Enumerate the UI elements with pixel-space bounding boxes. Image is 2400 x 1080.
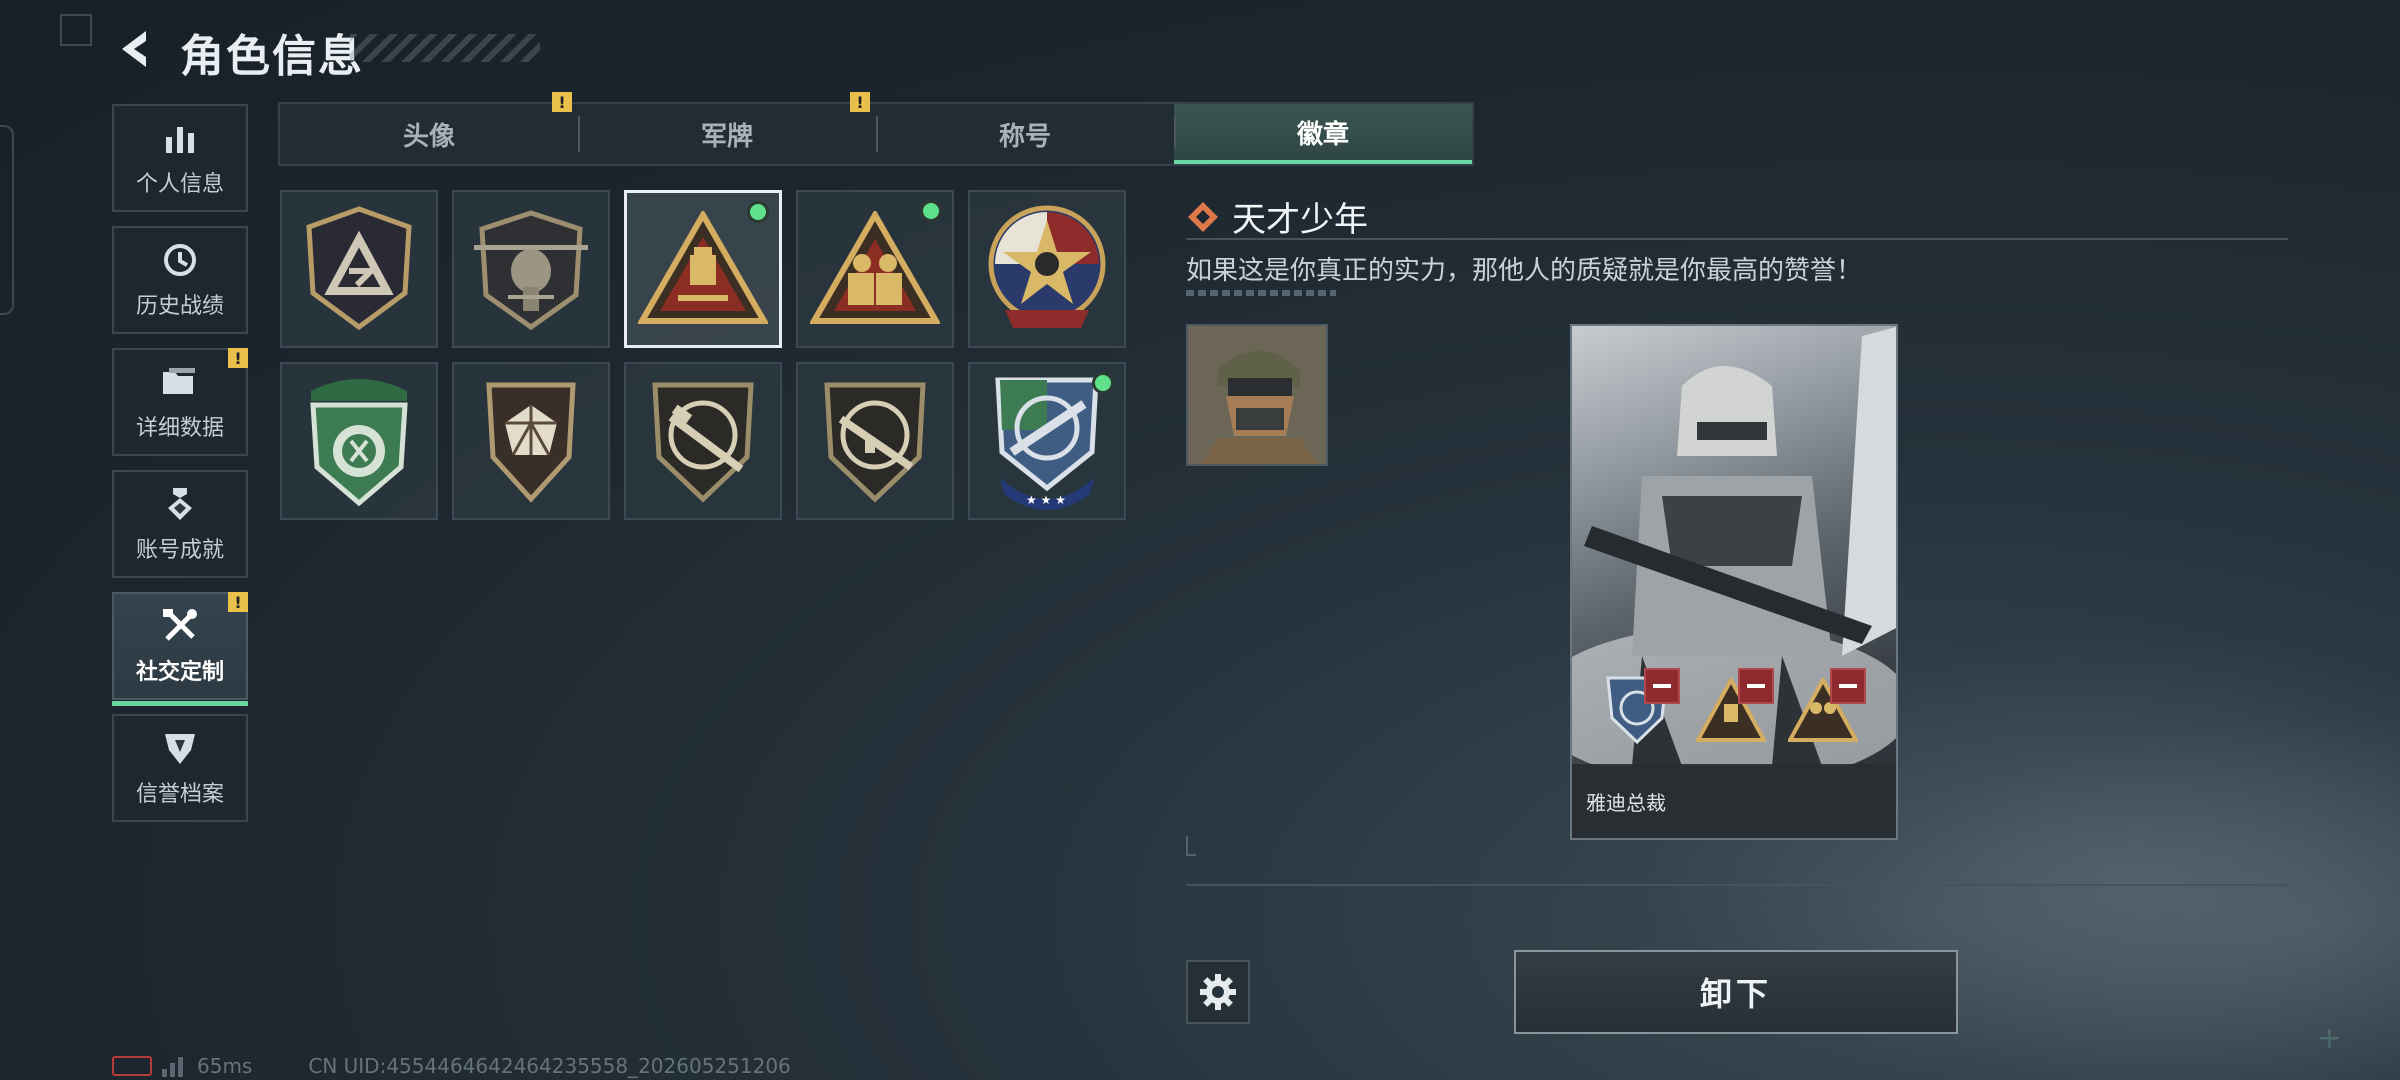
sidebar-item-label: 账号成就 [135,538,224,563]
gem-shield-badge-icon [486,382,576,503]
title-decoration [350,34,540,62]
sidebar-item-label: 信誉档案 [135,782,224,807]
triangle-shield-badge-icon [306,206,412,331]
profile-card-preview: 雅迪总裁 [1570,324,1898,840]
minus-icon [1839,684,1857,688]
tab-title[interactable]: 称号 [876,104,1174,164]
tab-badge[interactable]: 徽章 [1174,104,1472,164]
badge-slot[interactable] [452,362,610,520]
status-bar: 65ms CN UID:4554464642464235558_20260525… [112,1054,791,1078]
divider [1186,884,2288,886]
sidebar: 个人信息 历史战绩 详细数据 ! 账号成就 社交定制 ! 信誉档案 [112,104,248,836]
badge-slot[interactable] [624,362,782,520]
sidebar-item-label: 详细数据 [135,416,224,441]
alert-badge: ! [552,92,572,112]
battery-icon [112,1056,152,1076]
tab-label: 军牌 [700,121,753,152]
remove-badge-button-2[interactable] [1738,668,1774,704]
helicopter-badge-icon [474,210,588,331]
squad-triangle-badge-icon [810,211,940,324]
tab-label: 徽章 [1296,119,1349,150]
player-name: 雅迪总裁 [1586,790,1666,815]
badge-slot[interactable] [452,190,610,348]
sidebar-item-reputation[interactable]: 信誉档案 [112,714,248,822]
history-clock-icon [160,240,200,280]
diamond-bullet-icon [1188,201,1218,232]
rifle-shield-badge-icon [652,382,754,503]
badge-slot[interactable] [968,190,1126,348]
badge-detail-header: 天才少年 [1186,192,1368,241]
remove-badge-button-1[interactable] [1644,668,1680,704]
decorative-dashes [1186,290,1336,296]
badge-slot[interactable]: ★ ★ ★ [968,362,1126,520]
badge-slot[interactable] [796,362,954,520]
sidebar-item-history[interactable]: 历史战绩 [112,226,248,334]
genius-triangle-badge-icon [638,211,768,324]
new-indicator-dot [920,200,942,222]
sidebar-item-label: 个人信息 [135,172,224,197]
badge-description: 如果这是你真正的实力，那他人的质疑就是你最高的赞誉！ [1186,256,1863,286]
left-edge-handle[interactable] [0,125,14,315]
tab-label: 称号 [998,121,1051,152]
alert-badge: ! [228,348,248,368]
tab-bar: 头像 ! 军牌 ! 称号 徽章 [278,92,1474,166]
gear-icon [1200,974,1236,1010]
remove-badge-button-3[interactable] [1830,668,1866,704]
tools-icon [160,606,200,646]
alert-badge: ! [228,592,248,612]
preview-name-bar: 雅迪总裁 [1572,764,1896,838]
badge-slot[interactable] [280,362,438,520]
badge-slot-selected[interactable] [624,190,782,348]
sidebar-item-detailed-data[interactable]: 详细数据 ! [112,348,248,456]
uid-readout: CN UID:4554464642464235558_202605251206 [308,1054,791,1078]
player-avatar [1186,324,1328,466]
menu-corner-box[interactable] [60,14,92,46]
page-title: 角色信息 [180,31,364,82]
tab-label: 头像 [402,121,455,152]
badge-grid: ★ ★ ★ [280,190,1128,520]
star-round-badge-icon [988,205,1106,328]
ping-readout: 65ms [197,1054,253,1078]
corner-plus-decoration: + [2316,1021,2342,1056]
sidebar-item-personal-info[interactable]: 个人信息 [112,104,248,212]
bar-chart-icon [160,118,200,158]
blue-knife-badge-icon: ★ ★ ★ [995,377,1099,510]
back-arrow-icon [122,31,146,67]
badge-slot[interactable] [796,190,954,348]
minus-icon [1747,684,1765,688]
minus-icon [1653,684,1671,688]
green-shield-badge-icon [310,379,408,507]
achievement-medal-icon [160,484,200,524]
tab-dog-tag[interactable]: 军牌 ! [578,92,876,164]
rifle-shield-badge-2-icon [824,382,926,503]
tab-avatar[interactable]: 头像 ! [280,92,578,164]
settings-button[interactable] [1186,960,1250,1024]
badge-slot[interactable] [280,190,438,348]
new-indicator-dot [747,201,769,223]
signal-icon [162,1055,183,1077]
divider [1186,238,2288,240]
unequip-button[interactable]: 卸下 [1514,950,1958,1034]
sidebar-item-label: 社交定制 [135,660,224,685]
soldier-portrait-icon [1188,326,1326,464]
reputation-shield-icon [160,728,200,768]
alert-badge: ! [850,92,870,112]
badge-name: 天才少年 [1232,200,1368,240]
sidebar-item-social-custom[interactable]: 社交定制 ! [112,592,248,706]
corner-bracket [1186,836,1196,856]
sidebar-item-achievements[interactable]: 账号成就 [112,470,248,578]
back-button[interactable] [112,26,156,72]
new-indicator-dot [1092,372,1114,394]
sidebar-item-label: 历史战绩 [135,294,224,319]
svg-text:★ ★ ★: ★ ★ ★ [1026,493,1066,507]
folder-icon [160,362,200,402]
